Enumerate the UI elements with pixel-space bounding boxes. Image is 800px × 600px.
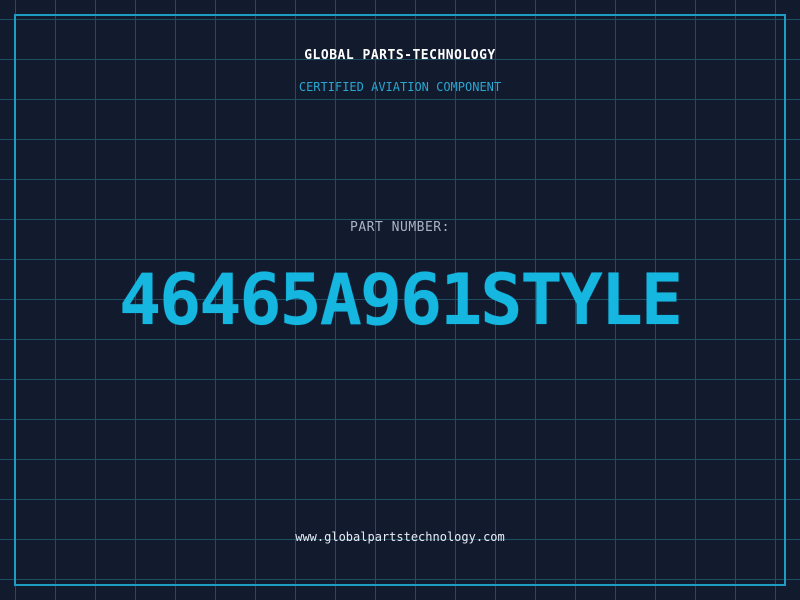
- certification-tagline: CERTIFIED AVIATION COMPONENT: [298, 80, 502, 94]
- website-url: www.globalpartstechnology.com: [295, 530, 505, 544]
- company-name: GLOBAL PARTS-TECHNOLOGY: [304, 48, 496, 63]
- part-number-label: PART NUMBER:: [350, 220, 450, 235]
- part-label-card: GLOBAL PARTS-TECHNOLOGY CERTIFIED AVIATI…: [0, 0, 800, 600]
- part-number-value: 46465A961STYLE: [118, 259, 683, 341]
